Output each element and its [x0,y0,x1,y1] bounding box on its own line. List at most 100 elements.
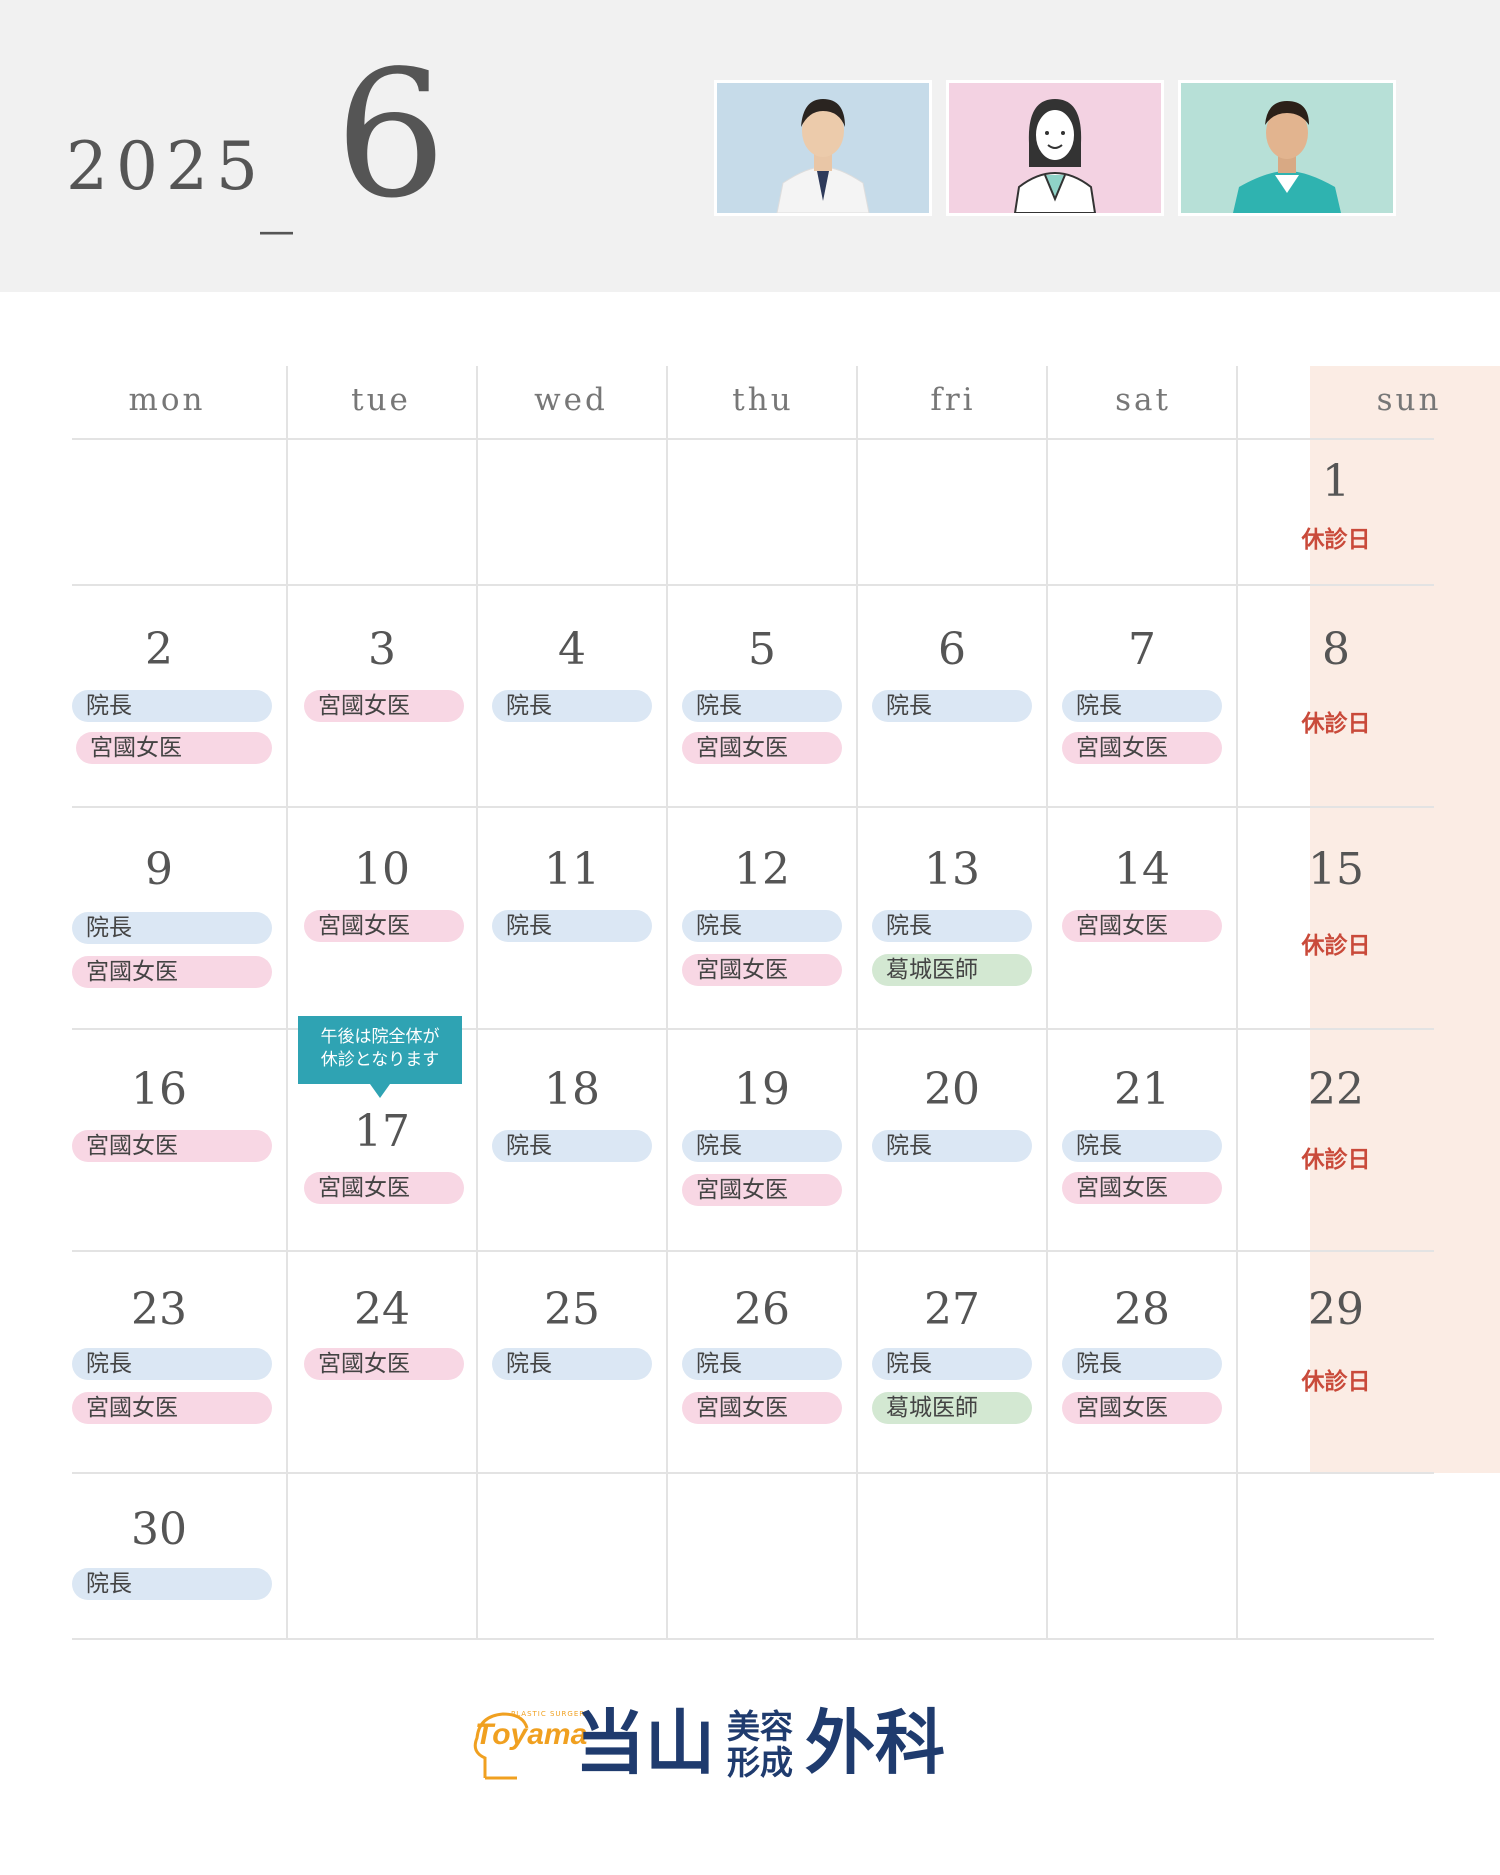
day-number: 21 [1114,1064,1170,1115]
day-cell-5[interactable]: 5 院長 宮國女医 [668,586,856,806]
schedule-pill-director: 院長 [872,1348,1032,1380]
schedule-pill-female: 宮國女医 [1062,1392,1222,1424]
day-number: 6 [938,624,966,675]
day-cell-6[interactable]: 6 院長 [858,586,1046,806]
day-cell-29[interactable]: 29 休診日 [1238,1252,1434,1472]
day-cell-19[interactable]: 19 院長 宮國女医 [668,1030,856,1250]
day-number: 1 [1322,456,1350,507]
closed-label: 休診日 [1301,933,1371,959]
day-cell-1[interactable]: 1 休診日 [1238,440,1434,584]
day-cell-15[interactable]: 15 休診日 [1238,808,1434,1028]
day-number: 22 [1308,1064,1364,1115]
schedule-pill-director: 院長 [1062,1348,1222,1380]
day-cell-23[interactable]: 23 院長 宮國女医 [72,1252,286,1472]
day-number: 16 [131,1064,187,1115]
schedule-pill-female: 宮國女医 [1062,1172,1222,1204]
schedule-pill-female: 宮國女医 [682,732,842,764]
day-number: 25 [544,1284,600,1335]
closed-label: 休診日 [1301,711,1371,737]
day-cell-7[interactable]: 7 院長 宮國女医 [1048,586,1236,806]
day-number: 3 [368,624,396,675]
schedule-pill-director: 院長 [72,1568,272,1600]
schedule-pill-katsuragi: 葛城医師 [872,1392,1032,1424]
day-cell-21[interactable]: 21 院長 宮國女医 [1048,1030,1236,1250]
day-number: 29 [1308,1284,1364,1335]
brand-script-text: Toyama [475,1718,588,1751]
note-line-1: 午後は院全体が [320,1027,440,1047]
day-cell-12[interactable]: 12 院長 宮國女医 [668,808,856,1028]
weekday-thu: thu [732,382,794,418]
doctor-portrait-female [946,80,1164,216]
day-cell-14[interactable]: 14 宮國女医 [1048,808,1236,1028]
schedule-pill-female: 宮國女医 [304,1348,464,1380]
afternoon-closed-note: 午後は院全体が 休診となります [298,1016,462,1098]
day-number: 28 [1114,1284,1170,1335]
closed-label: 休診日 [1301,1369,1371,1395]
schedule-pill-female: 宮國女医 [304,910,464,942]
schedule-pill-director: 院長 [72,912,272,944]
day-number: 5 [748,624,776,675]
doctor-portrait-director-icon [717,83,929,213]
schedule-pill-director: 院長 [492,910,652,942]
closed-label: 休診日 [1301,527,1371,553]
day-cell-2[interactable]: 2 院長 宮國女医 [72,586,286,806]
schedule-pill-director: 院長 [72,690,272,722]
day-number: 24 [354,1284,410,1335]
day-cell-4[interactable]: 4 院長 [478,586,666,806]
day-cell-20[interactable]: 20 院長 [858,1030,1046,1250]
day-cell-18[interactable]: 18 院長 [478,1030,666,1250]
schedule-pill-director: 院長 [492,1348,652,1380]
clinic-name-part3: 外科 [805,1702,945,1784]
day-number: 18 [544,1064,600,1115]
weekday-fri: fri [930,382,976,418]
month-label: 6 [335,34,447,237]
schedule-pill-female: 宮國女医 [72,1392,272,1424]
day-cell-25[interactable]: 25 院長 [478,1252,666,1472]
day-cell-22[interactable]: 22 休診日 [1238,1030,1434,1250]
day-number: 14 [1114,844,1170,895]
note-line-2: 休診となります [320,1050,440,1070]
day-cell-3[interactable]: 3 宮國女医 [288,586,476,806]
day-number: 8 [1322,624,1350,675]
female-doctor-illustration-icon [949,83,1161,213]
closed-label: 休診日 [1301,1147,1371,1173]
day-number: 27 [924,1284,980,1335]
schedule-pill-director: 院長 [1062,690,1222,722]
day-cell-26[interactable]: 26 院長 宮國女医 [668,1252,856,1472]
day-number: 11 [544,844,600,895]
schedule-pill-director: 院長 [492,1130,652,1162]
day-cell-28[interactable]: 28 院長 宮國女医 [1048,1252,1236,1472]
day-cell-10[interactable]: 10 宮國女医 [288,808,476,1028]
day-cell-8[interactable]: 8 休診日 [1238,586,1434,806]
schedule-pill-female: 宮國女医 [72,956,272,988]
grid-line [72,438,1434,440]
schedule-pill-director: 院長 [872,910,1032,942]
year-month-separator: _ [260,158,293,235]
schedule-pill-director: 院長 [72,1348,272,1380]
clinic-logo: PLASTIC SURGERY Toyama 当山 美容 形成 外科 [465,1700,1045,1800]
schedule-pill-female: 宮國女医 [1062,732,1222,764]
day-cell-16[interactable]: 16 宮國女医 [72,1030,286,1250]
weekday-header-row: mon tue wed thu fri sat sun [72,366,1438,438]
day-number: 4 [558,624,586,675]
year-label: 2025 [66,128,266,205]
schedule-pill-director: 院長 [682,910,842,942]
doctor-portrait-katsuragi-icon [1181,83,1393,213]
day-number: 26 [734,1284,790,1335]
day-number: 7 [1128,624,1156,675]
day-cell-30[interactable]: 30 院長 [72,1474,286,1638]
day-cell-11[interactable]: 11 院長 [478,808,666,1028]
doctor-portrait-director [714,80,932,216]
day-cell-24[interactable]: 24 宮國女医 [288,1252,476,1472]
weekday-sat: sat [1115,382,1171,418]
schedule-pill-female: 宮國女医 [1062,910,1222,942]
day-number: 30 [131,1504,187,1555]
weekday-wed: wed [534,382,608,418]
schedule-pill-director: 院長 [872,690,1032,722]
day-cell-9[interactable]: 9 院長 宮國女医 [72,808,286,1028]
schedule-pill-katsuragi: 葛城医師 [872,954,1032,986]
day-cell-13[interactable]: 13 院長 葛城医師 [858,808,1046,1028]
day-cell-27[interactable]: 27 院長 葛城医師 [858,1252,1046,1472]
day-number: 9 [145,844,173,895]
day-number: 15 [1308,844,1364,895]
